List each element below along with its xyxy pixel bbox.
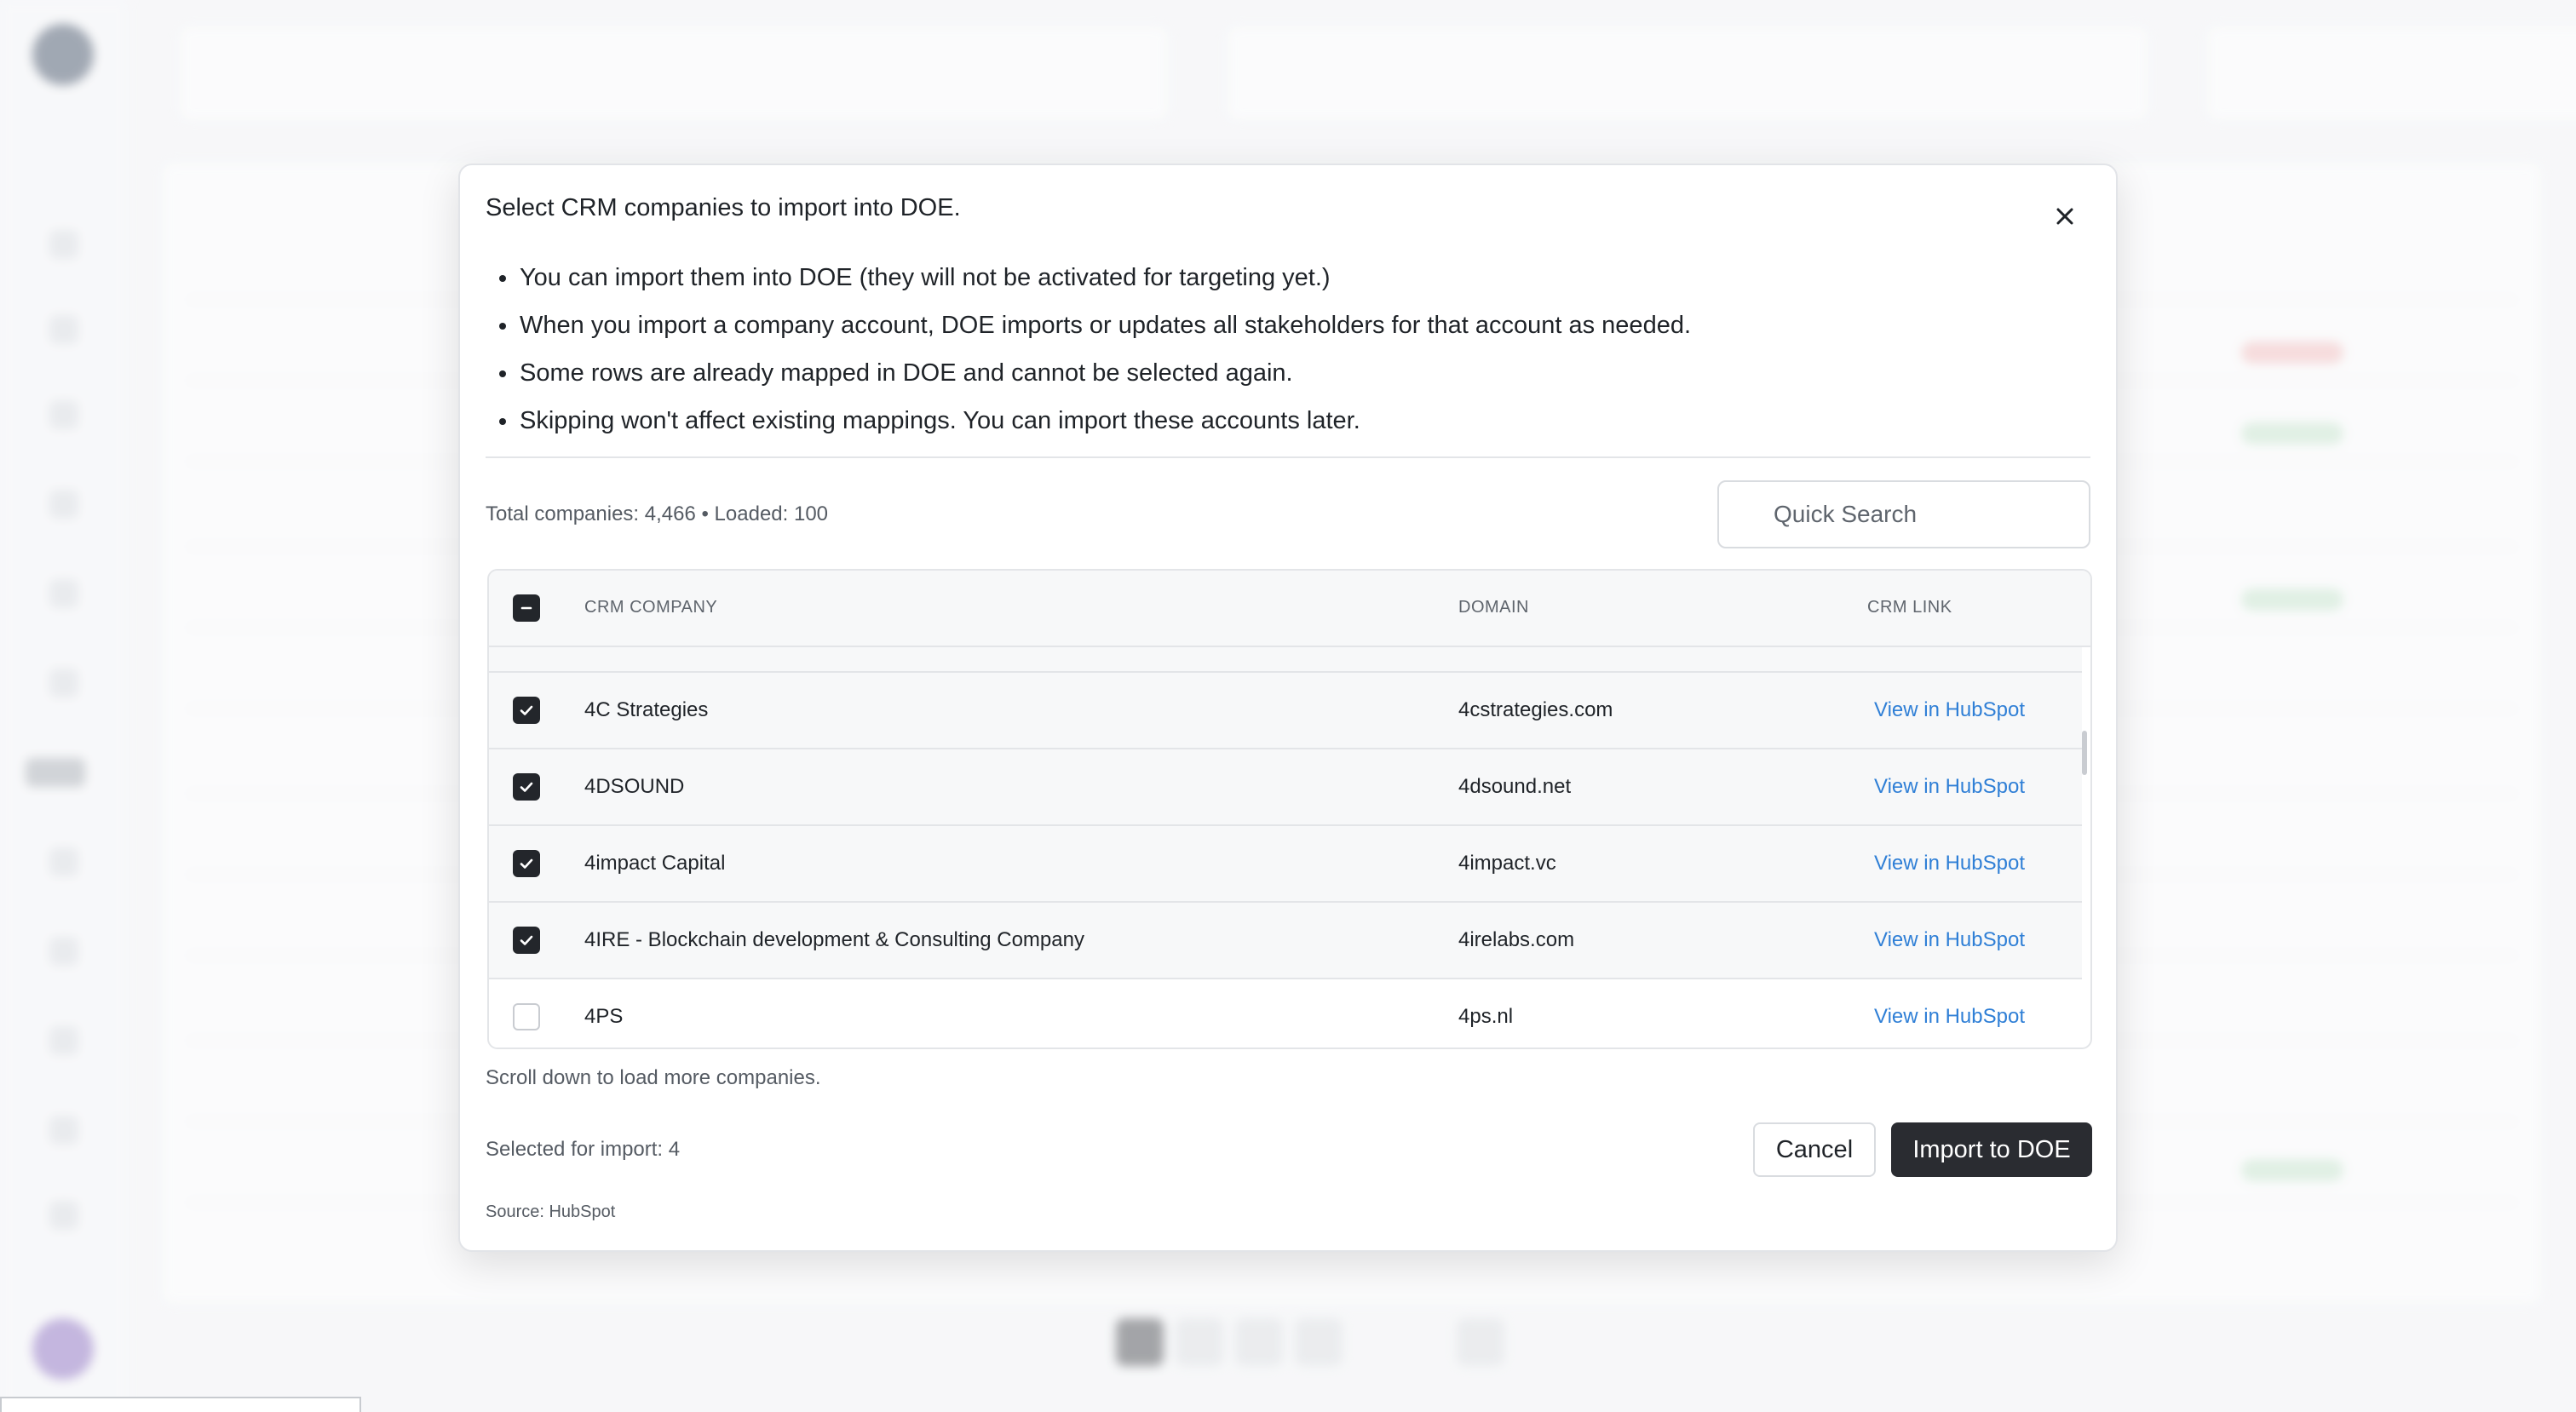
company-domain: 4ps.nl <box>1458 1005 1514 1028</box>
selected-count: Selected for import: 4 <box>486 1138 681 1161</box>
table-body: 4C Strategies 4cstrategies.com View in H… <box>489 647 2090 1048</box>
table-row[interactable]: 4DSOUND 4dsound.net View in HubSpot <box>489 749 2082 826</box>
view-in-hubspot-link[interactable]: View in HubSpot <box>1874 928 2025 952</box>
import-companies-modal: Select CRM companies to import into DOE.… <box>458 164 2118 1252</box>
table-row[interactable]: 4IRE - Blockchain development & Consulti… <box>489 903 2082 979</box>
companies-table: CRM COMPANY DOMAIN CRM LINK 4C Strategie… <box>487 569 2092 1049</box>
bottom-left-popover-fragment <box>0 1397 361 1412</box>
company-domain: 4dsound.net <box>1458 775 1572 798</box>
column-header-company: CRM COMPANY <box>584 598 718 617</box>
info-bullet: You can import them into DOE (they will … <box>497 254 2082 301</box>
table-scrollbar[interactable] <box>2082 731 2087 775</box>
totals-summary: Total companies: 4,466 • Loaded: 100 <box>486 502 829 525</box>
minus-icon <box>520 606 532 610</box>
company-domain: 4irelabs.com <box>1458 928 1575 951</box>
table-row[interactable]: 4C Strategies 4cstrategies.com View in H… <box>489 673 2082 749</box>
checkmark-icon <box>520 705 533 715</box>
checkmark-icon <box>520 935 533 945</box>
row-checkbox[interactable] <box>513 697 540 724</box>
close-icon <box>2056 208 2073 225</box>
view-in-hubspot-link[interactable]: View in HubSpot <box>1874 698 2025 722</box>
divider <box>486 456 2090 458</box>
column-header-crm-link: CRM LINK <box>1867 598 1952 617</box>
view-in-hubspot-link[interactable]: View in HubSpot <box>1874 852 2025 875</box>
column-header-domain: DOMAIN <box>1458 598 1529 617</box>
close-button[interactable] <box>2048 199 2082 233</box>
table-header: CRM COMPANY DOMAIN CRM LINK <box>489 571 2090 647</box>
company-domain: 4cstrategies.com <box>1458 698 1613 721</box>
company-name: 4C Strategies <box>584 698 709 721</box>
source-label: Source: HubSpot <box>486 1202 616 1221</box>
load-more-hint: Scroll down to load more companies. <box>486 1066 821 1089</box>
company-name: 4IRE - Blockchain development & Consulti… <box>584 928 1084 951</box>
select-all-checkbox[interactable] <box>513 594 540 622</box>
view-in-hubspot-link[interactable]: View in HubSpot <box>1874 775 2025 799</box>
checkmark-icon <box>520 782 533 792</box>
table-row-partial <box>489 647 2082 673</box>
info-bullet: Some rows are already mapped in DOE and … <box>497 349 2082 397</box>
modal-title: Select CRM companies to import into DOE. <box>486 194 961 221</box>
table-row[interactable]: 4PS 4ps.nl View in HubSpot <box>489 979 2082 1048</box>
company-name: 4DSOUND <box>584 775 685 798</box>
row-checkbox[interactable] <box>513 850 540 877</box>
company-name: 4impact Capital <box>584 852 726 875</box>
import-button[interactable]: Import to DOE <box>1891 1122 2092 1177</box>
info-bullets: You can import them into DOE (they will … <box>497 254 2082 445</box>
table-row[interactable]: 4impact Capital 4impact.vc View in HubSp… <box>489 826 2082 903</box>
row-checkbox[interactable] <box>513 1003 540 1030</box>
quick-search-input[interactable] <box>1717 480 2090 548</box>
checkmark-icon <box>520 858 533 869</box>
company-name: 4PS <box>584 1005 624 1028</box>
company-domain: 4impact.vc <box>1458 852 1556 875</box>
row-checkbox[interactable] <box>513 773 540 801</box>
cancel-button[interactable]: Cancel <box>1753 1122 1876 1177</box>
row-checkbox[interactable] <box>513 927 540 954</box>
info-bullet: When you import a company account, DOE i… <box>497 301 2082 349</box>
view-in-hubspot-link[interactable]: View in HubSpot <box>1874 1005 2025 1029</box>
info-bullet: Skipping won't affect existing mappings.… <box>497 397 2082 445</box>
